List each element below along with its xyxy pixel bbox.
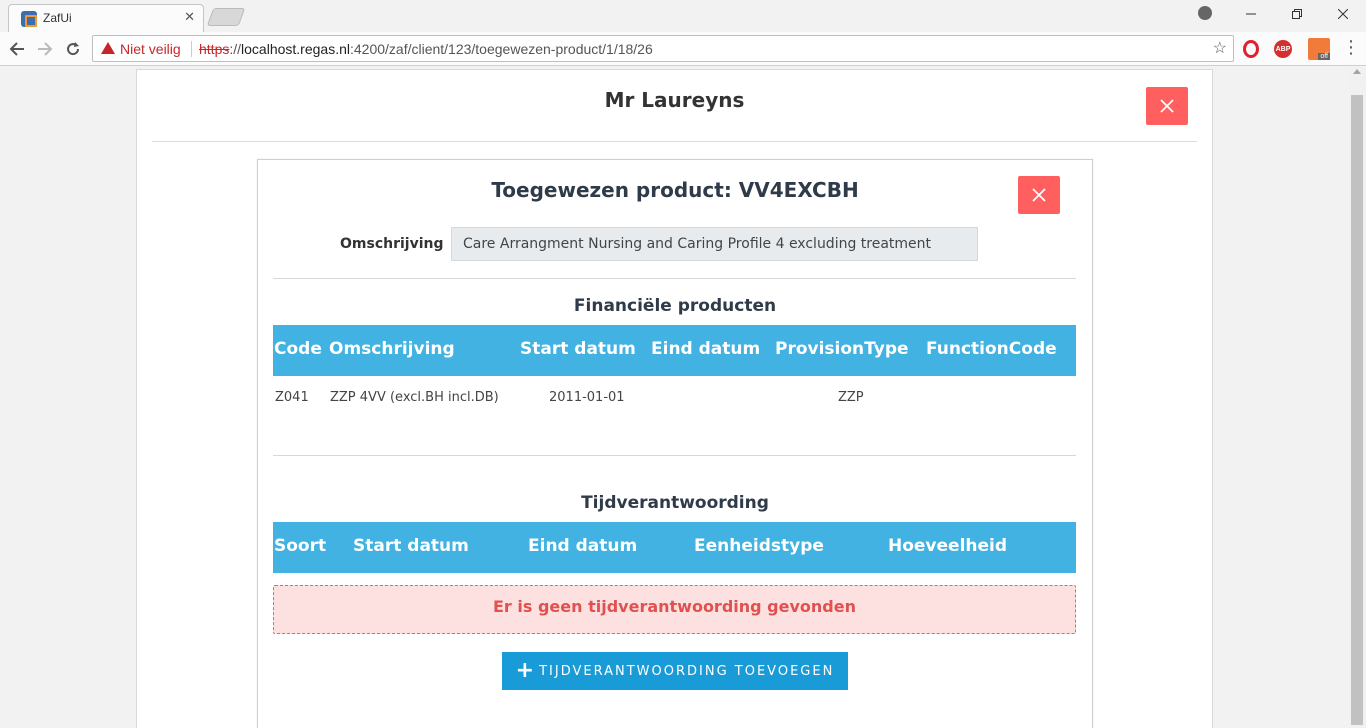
minimize-icon[interactable] (1228, 0, 1274, 28)
off-badge: off (1318, 53, 1330, 60)
cell-provision-type: ZZP (838, 390, 864, 405)
add-button-label: TIJDVERANTWOORDING TOEVOEGEN (539, 663, 835, 679)
col-header-eenheidstype[interactable]: Eenheidstype (694, 536, 824, 556)
warning-icon (101, 42, 115, 54)
tab-title: ZafUi (43, 11, 72, 25)
cell-omschrijving: ZZP 4VV (excl.BH incl.DB) (330, 390, 499, 405)
app-favicon-icon (21, 11, 37, 27)
url-host: localhost.regas.nl (241, 41, 350, 57)
client-close-button[interactable] (1146, 87, 1188, 125)
profile-icon[interactable] (1198, 6, 1212, 20)
window-close-icon[interactable] (1320, 0, 1366, 28)
col-header-start-datum[interactable]: Start datum (520, 339, 636, 359)
page-scrollbar[interactable] (1349, 67, 1366, 728)
col-header-omschrijving[interactable]: Omschrijving (329, 339, 455, 359)
adblock-extension-icon[interactable]: ABP (1274, 40, 1292, 58)
financial-section-title: Financiële producten (573, 296, 777, 316)
col-header-eind-datum[interactable]: Eind datum (528, 536, 637, 556)
client-card: Mr Laureyns Toegewezen product: VV4EXCBH… (136, 69, 1213, 728)
financial-table-header: Code Omschrijving Start datum Eind datum… (273, 325, 1076, 376)
omnibox-divider (191, 41, 192, 57)
col-header-soort[interactable]: Soort (274, 536, 326, 556)
address-bar[interactable]: Niet veilig https://localhost.regas.nl:4… (92, 35, 1234, 62)
browser-tab[interactable]: ZafUi ✕ (8, 4, 204, 32)
bookmark-star-icon[interactable]: ☆ (1213, 38, 1227, 58)
close-icon (1160, 99, 1174, 113)
browser-toolbar: Niet veilig https://localhost.regas.nl:4… (0, 32, 1366, 66)
time-section-title: Tijdverantwoording (581, 493, 769, 513)
divider (152, 141, 1197, 142)
url-scheme: https (199, 41, 230, 57)
browser-tabstrip: ZafUi ✕ (0, 0, 1366, 32)
window-controls (1228, 0, 1366, 28)
page-viewport: Mr Laureyns Toegewezen product: VV4EXCBH… (0, 67, 1366, 728)
back-arrow-icon[interactable] (6, 38, 28, 60)
off-extension-icon[interactable]: off (1308, 38, 1330, 60)
cell-start-datum: 2011-01-01 (549, 390, 625, 405)
client-name-title: Mr Laureyns (604, 88, 745, 112)
col-header-functioncode[interactable]: FunctionCode (926, 339, 1057, 359)
omschrijving-label: Omschrijving (340, 236, 444, 252)
reload-icon[interactable] (62, 38, 84, 60)
url-text[interactable]: https://localhost.regas.nl:4200/zaf/clie… (199, 41, 653, 57)
product-title: Toegewezen product: VV4EXCBH (491, 178, 859, 202)
forward-arrow-icon[interactable] (34, 38, 56, 60)
assigned-product-card: Toegewezen product: VV4EXCBH Omschrijvin… (257, 159, 1093, 728)
omschrijving-field: Care Arrangment Nursing and Caring Profi… (451, 227, 978, 261)
col-header-start-datum[interactable]: Start datum (353, 536, 469, 556)
url-path: :4200/zaf/client/123/toegewezen-product/… (349, 41, 653, 57)
empty-state-alert: Er is geen tijdverantwoording gevonden (273, 585, 1076, 634)
col-header-code[interactable]: Code (274, 339, 322, 359)
cell-code: Z041 (275, 390, 309, 405)
browser-menu-icon[interactable]: ⋮ (1342, 37, 1360, 58)
divider (273, 455, 1076, 456)
scroll-up-arrow-icon[interactable] (1353, 69, 1361, 74)
time-table-header: Soort Start datum Eind datum Eenheidstyp… (273, 522, 1076, 573)
opera-extension-icon[interactable] (1243, 40, 1259, 58)
new-tab-button[interactable] (206, 8, 246, 26)
tab-close-icon[interactable]: ✕ (184, 10, 195, 25)
product-close-button[interactable] (1018, 176, 1060, 214)
scrollbar-thumb[interactable] (1351, 95, 1363, 725)
security-status[interactable]: Niet veilig (120, 41, 181, 57)
col-header-provisiontype[interactable]: ProvisionType (775, 339, 909, 359)
col-header-hoeveelheid[interactable]: Hoeveelheid (888, 536, 1007, 556)
close-icon (1032, 188, 1046, 202)
col-header-eind-datum[interactable]: Eind datum (651, 339, 760, 359)
add-time-registration-button[interactable]: + TIJDVERANTWOORDING TOEVOEGEN (502, 652, 848, 690)
divider (273, 278, 1076, 279)
plus-icon: + (515, 658, 535, 683)
url-separator: :// (229, 41, 242, 57)
restore-icon[interactable] (1274, 0, 1320, 28)
